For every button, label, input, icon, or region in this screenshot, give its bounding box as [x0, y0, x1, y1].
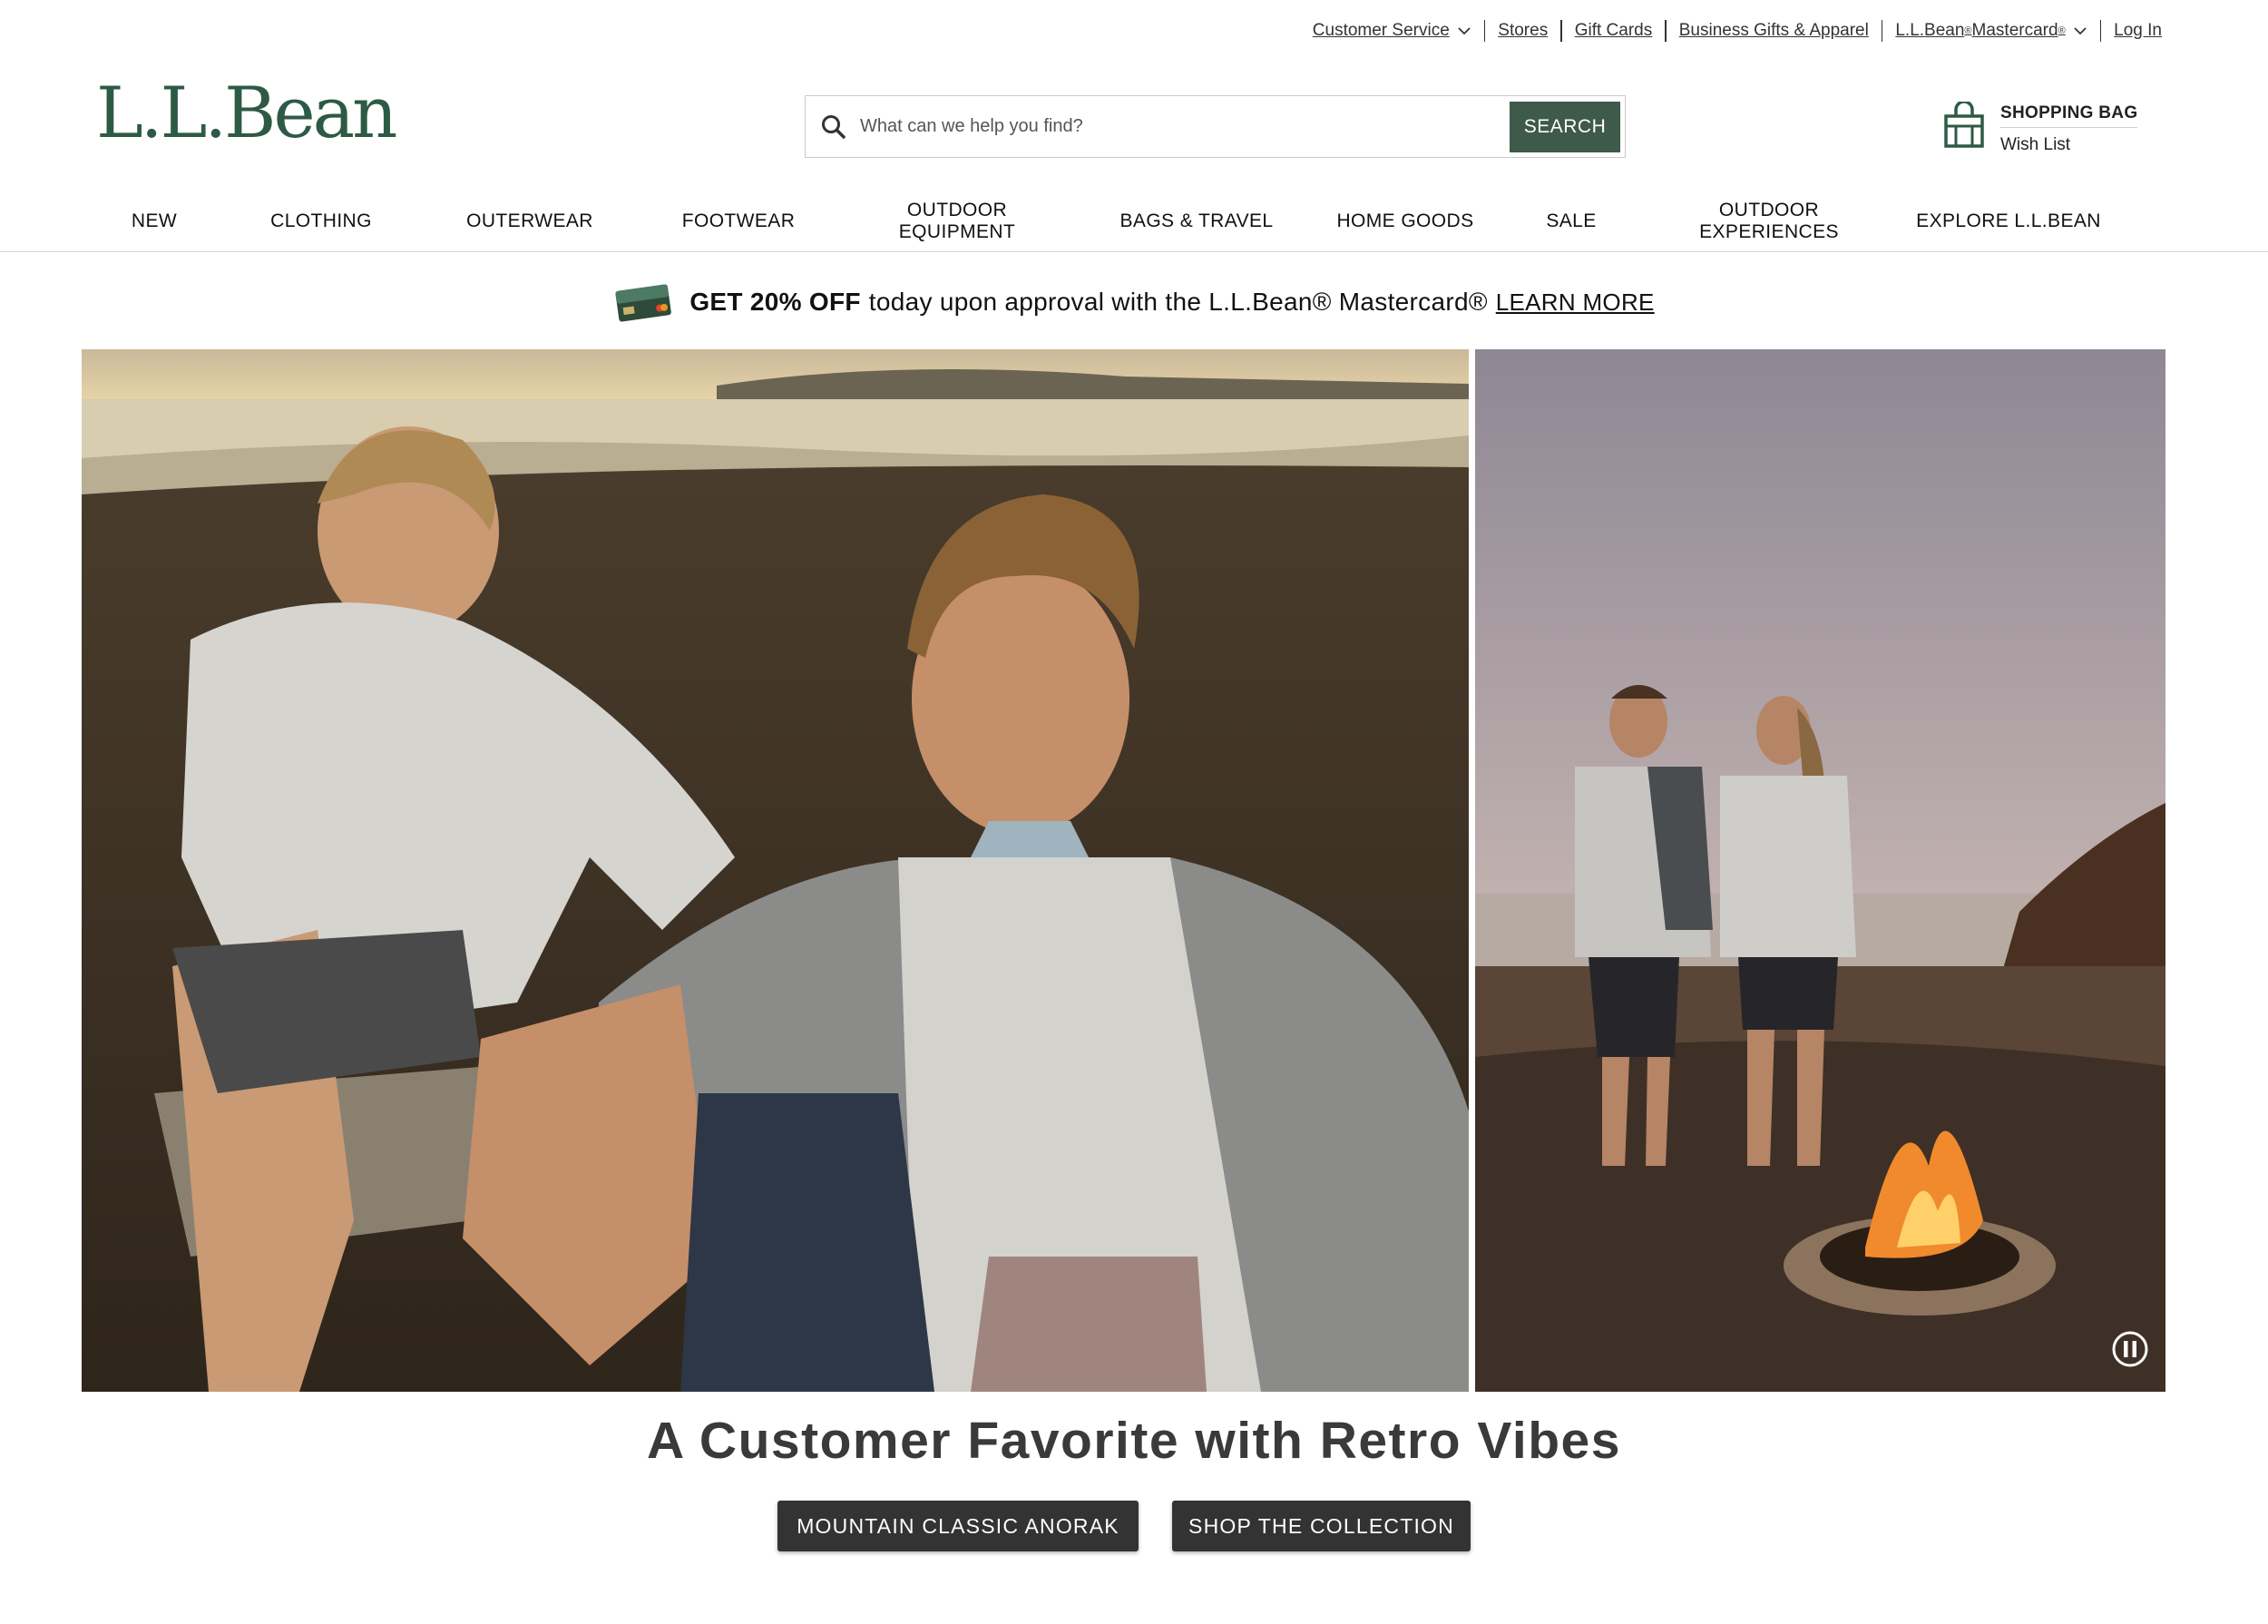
utility-bar: Customer Service Stores Gift Cards Busin… [1300, 16, 2175, 45]
customer-service-link[interactable]: Customer Service [1300, 21, 1484, 41]
gift-cards-link[interactable]: Gift Cards [1562, 21, 1666, 41]
hero-photo-couple [82, 349, 1469, 1392]
chevron-down-icon [2074, 27, 2087, 35]
promo-bold: GET 20% OFF [689, 288, 861, 316]
search-bar: SEARCH [805, 95, 1626, 158]
stores-link[interactable]: Stores [1485, 21, 1560, 41]
nav-item-new[interactable]: NEW [132, 191, 177, 252]
hero-image-main[interactable] [82, 349, 1469, 1392]
hero-headline: A Customer Favorite with Retro Vibes [647, 1412, 1621, 1470]
nav-item-sale[interactable]: SALE [1546, 191, 1596, 252]
nav-item-outerwear[interactable]: OUTERWEAR [466, 191, 593, 252]
mountain-classic-anorak-button[interactable]: MOUNTAIN CLASSIC ANORAK [777, 1501, 1139, 1551]
nav-item-home-goods[interactable]: HOME GOODS [1336, 191, 1473, 252]
nav-item-footwear[interactable]: FOOTWEAR [682, 191, 796, 252]
nav-item-outdoor-experiences[interactable]: OUTDOOR EXPERIENCES [1699, 191, 1839, 252]
nav-item-explore[interactable]: EXPLORE L.L.BEAN [1916, 191, 2101, 252]
chevron-down-icon [1458, 27, 1471, 35]
hero-image-secondary[interactable] [1475, 349, 2165, 1392]
main-nav: NEW CLOTHING OUTERWEAR FOOTWEAR OUTDOOR … [0, 191, 2268, 252]
wish-list-link[interactable]: Wish List [2000, 135, 2137, 155]
mastercard-prefix: L.L.Bean [1895, 21, 1965, 40]
registered-mark: ® [2058, 25, 2066, 36]
pause-icon[interactable] [2111, 1330, 2149, 1368]
llbean-logo[interactable]: L.L.Bean [96, 78, 397, 149]
promo-banner: GET 20% OFF today upon approval with the… [0, 275, 2268, 329]
search-input[interactable] [860, 96, 1510, 157]
learn-more-link[interactable]: LEARN MORE [1496, 289, 1655, 317]
hero-photo-campfire [1475, 349, 2165, 1392]
customer-service-label: Customer Service [1312, 21, 1450, 40]
shopping-bag-link[interactable]: SHOPPING BAG [2000, 103, 2138, 128]
shopping-bag-block: SHOPPING BAG Wish List [2000, 103, 2138, 155]
nav-item-bags-travel[interactable]: BAGS & TRAVEL [1120, 191, 1274, 252]
shopping-bag-icon[interactable] [1942, 102, 1986, 149]
shop-the-collection-button[interactable]: SHOP THE COLLECTION [1172, 1501, 1471, 1551]
registered-mark: ® [1964, 25, 1972, 36]
search-icon [822, 114, 846, 139]
mastercard-link[interactable]: L.L.Bean ® Mastercard ® [1882, 21, 2099, 41]
mastercard-word: Mastercard [1971, 21, 2058, 40]
log-in-link[interactable]: Log In [2101, 21, 2175, 41]
promo-text: today upon approval with the L.L.Bean® M… [868, 288, 1488, 316]
business-gifts-link[interactable]: Business Gifts & Apparel [1667, 21, 1882, 41]
nav-item-outdoor-equipment[interactable]: OUTDOOR EQUIPMENT [899, 191, 1015, 252]
credit-card-icon [615, 284, 672, 322]
search-button[interactable]: SEARCH [1510, 101, 1620, 152]
nav-item-clothing[interactable]: CLOTHING [270, 191, 372, 252]
